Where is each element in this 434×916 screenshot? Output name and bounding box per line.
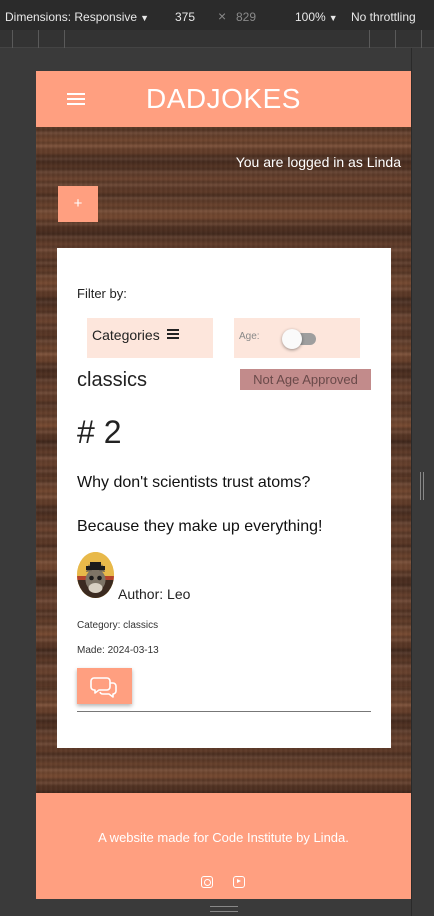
age-filter: Age: [234, 318, 360, 358]
media-query-bar[interactable] [0, 30, 434, 48]
ruler-tick [395, 30, 396, 48]
toggle-knob [282, 329, 302, 349]
ruler-tick [421, 30, 422, 48]
ruler-tick [369, 30, 370, 48]
site-header: DADJOKES [36, 71, 411, 127]
width-input[interactable]: 375 [175, 10, 195, 24]
author-name[interactable]: Author: Leo [118, 586, 190, 602]
joke-question: Why don't scientists trust atoms? [77, 474, 311, 491]
ruler-tick [12, 30, 13, 48]
joke-card: Filter by: Categories Age: classics Not … [57, 248, 391, 748]
caret-down-icon: ▼ [140, 13, 149, 23]
made-date: Made: 2024-03-13 [77, 645, 159, 656]
filter-label: Filter by: [77, 286, 127, 301]
caret-down-icon: ▼ [328, 13, 338, 23]
viewport-gutter-left [0, 48, 36, 916]
ruler-tick [64, 30, 65, 48]
category-heading: classics [77, 369, 148, 391]
add-joke-button[interactable]: + [58, 186, 98, 222]
age-label: Age: [239, 331, 260, 342]
list-menu-icon [167, 329, 179, 339]
resize-handle-right[interactable] [420, 472, 424, 500]
card-divider [77, 711, 371, 712]
joke-number: # 2 [77, 414, 122, 450]
site-footer: A website made for Code Institute by Lin… [36, 793, 411, 899]
emulated-viewport: DADJOKES You are logged in as Linda + Fi… [36, 71, 411, 899]
comments-button[interactable] [77, 668, 132, 704]
joke-answer: Because they make up everything! [77, 518, 323, 535]
dimensions-dropdown[interactable]: Dimensions: Responsive ▼ [5, 10, 149, 24]
devtools-toolbar: Dimensions: Responsive ▼ 375 × 829 100% ▼ … [0, 0, 434, 34]
times-icon: × [218, 8, 227, 24]
comments-icon [90, 677, 117, 698]
youtube-icon[interactable] [233, 876, 245, 888]
ruler-tick [38, 30, 39, 48]
dimensions-label: Dimensions: Responsive [5, 10, 138, 24]
throttling-dropdown[interactable]: No throttling [351, 10, 416, 24]
categories-label: Categories [92, 327, 160, 343]
site-brand[interactable]: DADJOKES [36, 83, 411, 115]
zoom-dropdown[interactable]: 100% ▼ [295, 10, 338, 24]
height-input[interactable]: 829 [236, 10, 256, 24]
category-meta: Category: classics [77, 620, 159, 631]
zoom-label: 100% [295, 10, 326, 24]
age-status-badge: Not Age Approved [240, 369, 371, 390]
age-toggle[interactable] [282, 328, 318, 349]
author-avatar [77, 552, 114, 598]
instagram-icon[interactable] [201, 876, 213, 888]
throttling-label: No throttling [351, 10, 416, 24]
categories-filter-button[interactable]: Categories [87, 318, 213, 358]
logged-in-status: You are logged in as Linda [235, 154, 401, 170]
footer-text: A website made for Code Institute by Lin… [98, 830, 349, 845]
cat-avatar-icon [77, 552, 114, 598]
resize-handle-bottom[interactable] [210, 906, 238, 912]
